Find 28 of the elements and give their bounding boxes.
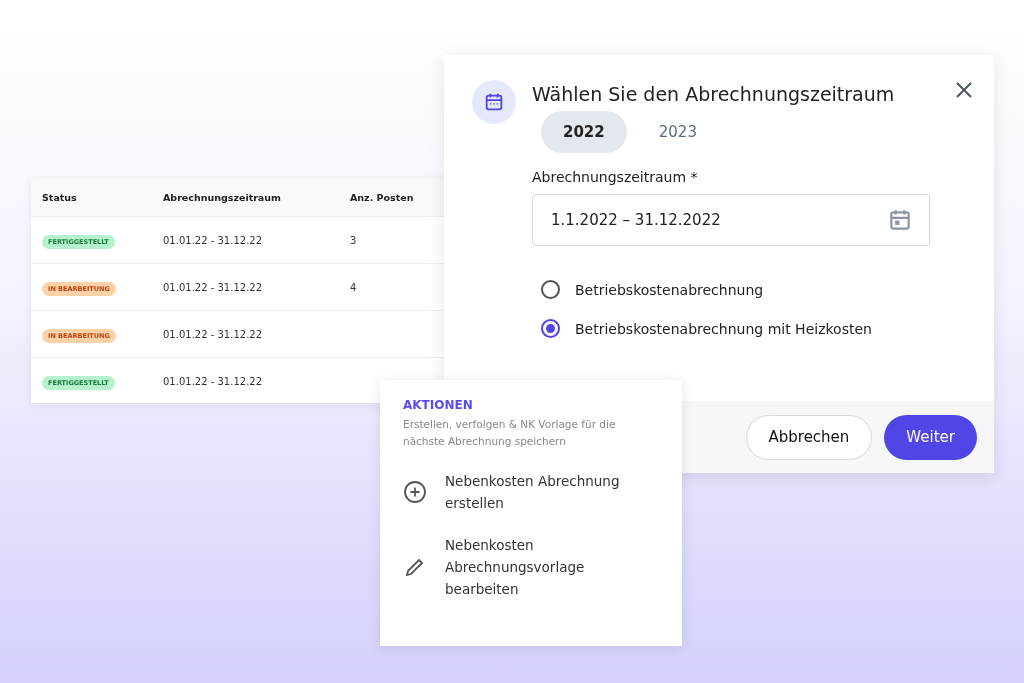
radio-label[interactable]: Betriebskostenabrechnung mit Heizkosten bbox=[575, 320, 872, 337]
table-cell-text: 01.01.22 - 31.12.22 bbox=[163, 328, 264, 340]
cancel-button[interactable]: Abbrechen bbox=[745, 414, 873, 460]
year-tab[interactable]: 2022 bbox=[541, 111, 627, 153]
year-tab[interactable]: 2023 bbox=[636, 111, 719, 153]
calendar-icon bbox=[472, 80, 516, 124]
table-cell-text: 01.01.22 - 31.12.22 bbox=[163, 281, 264, 293]
radio-button[interactable] bbox=[541, 319, 560, 338]
section-title: AKTIONEN bbox=[403, 398, 474, 412]
column-header: Abrechnungszeitraum bbox=[163, 191, 282, 203]
table-cell-text: 4 bbox=[350, 281, 358, 293]
radio-button[interactable] bbox=[541, 280, 560, 299]
column-header: Anz. Posten bbox=[350, 191, 415, 203]
date-range-field[interactable]: 1.1.2022 – 31.12.2022 bbox=[532, 194, 930, 246]
table-cell-text: 01.01.22 - 31.12.22 bbox=[163, 375, 264, 387]
calendar-icon[interactable] bbox=[887, 207, 913, 233]
table-cell-text: 3 bbox=[350, 234, 358, 246]
table-cell-text: 01.01.22 - 31.12.22 bbox=[163, 234, 264, 246]
dialog-title: Wählen Sie den Abrechnungszeitraum bbox=[532, 83, 896, 105]
next-button[interactable]: Weiter bbox=[884, 414, 977, 460]
action-link[interactable]: Nebenkosten Abrechnungsvorlage bearbeiten bbox=[445, 534, 635, 600]
section-subtitle: Erstellen, verfolgen & NK Vorlage für die nächste Abrechnung speichern bbox=[403, 417, 617, 449]
field-label: Abrechnungszeitraum * bbox=[532, 169, 699, 185]
close-icon[interactable] bbox=[954, 80, 974, 100]
action-link[interactable]: Nebenkosten Abrechnung erstellen bbox=[445, 470, 635, 514]
radio-label[interactable]: Betriebskostenabrechnung bbox=[575, 281, 764, 298]
column-header: Status bbox=[41, 191, 78, 203]
plus-circle-icon[interactable] bbox=[403, 480, 427, 504]
